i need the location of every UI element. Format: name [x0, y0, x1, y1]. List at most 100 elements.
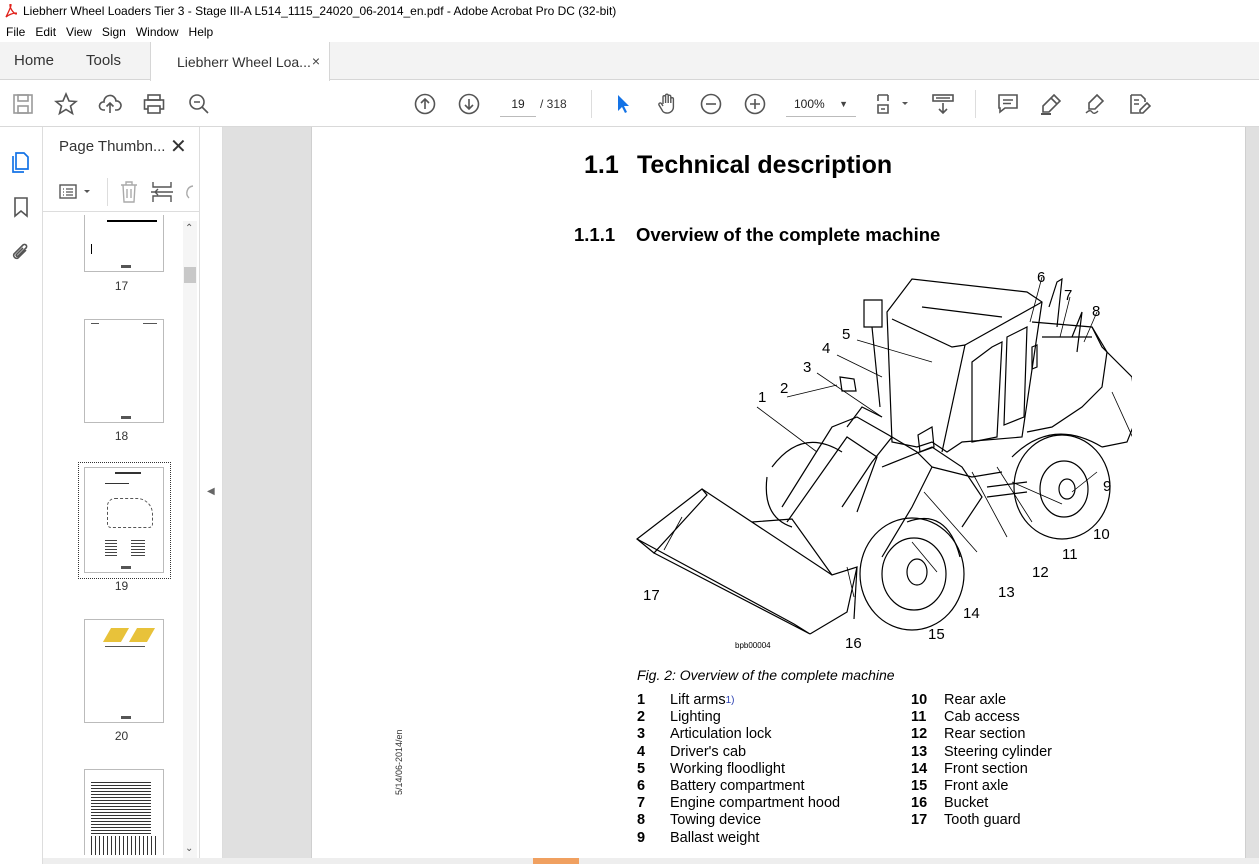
scroll-mode-icon[interactable]: [931, 92, 955, 116]
save-icon[interactable]: [11, 92, 35, 116]
menu-file[interactable]: File: [0, 25, 30, 39]
thumbnail-page[interactable]: [84, 619, 164, 723]
menu-window[interactable]: Window: [131, 25, 184, 39]
main-toolbar: 19 / 318 100% ▼: [0, 81, 1259, 127]
attachment-icon[interactable]: [9, 241, 33, 265]
thumbnails-scrollbar[interactable]: ⌃ ⌄: [183, 221, 197, 861]
tab-home[interactable]: Home: [14, 42, 54, 80]
callout-label: 8: [1092, 303, 1100, 320]
scrollbar-thumb[interactable]: [184, 267, 196, 283]
menu-edit[interactable]: Edit: [30, 25, 61, 39]
legend-number: 17: [911, 812, 928, 829]
callout-label: 17: [643, 587, 660, 604]
zoom-in-icon[interactable]: [743, 92, 767, 116]
scroll-up-arrow-icon[interactable]: ⌃: [185, 223, 193, 234]
menu-view[interactable]: View: [61, 25, 97, 39]
collapse-panel-icon[interactable]: ◀: [207, 486, 215, 497]
zoom-select[interactable]: 100% ▼: [786, 91, 856, 117]
window-title: Liebherr Wheel Loaders Tier 3 - Stage II…: [23, 4, 617, 18]
page-total: / 318: [540, 97, 567, 111]
callout-label: 10: [1093, 526, 1110, 543]
menu-sign[interactable]: Sign: [97, 25, 131, 39]
menu-bar: File Edit View Sign Window Help: [0, 22, 1259, 42]
section-title: Technical description: [637, 151, 893, 179]
sign-icon[interactable]: [1083, 92, 1107, 116]
close-panel-icon[interactable]: ✕: [170, 134, 187, 159]
menu-help[interactable]: Help: [184, 25, 219, 39]
subsection-heading: 1.1.1 Overview of the complete machine: [574, 224, 940, 246]
callout-label: 13: [998, 584, 1015, 601]
tab-bar: Home Tools Liebherr Wheel Loa... ×: [0, 42, 1259, 81]
tab-document[interactable]: Liebherr Wheel Loa... ×: [150, 42, 330, 81]
page-number-input[interactable]: 19: [500, 91, 536, 117]
document-revision-note: 5/14/06-2014/en: [394, 729, 404, 795]
legend-text: Engine compartment hood: [670, 795, 841, 812]
thumbnail-page[interactable]: [84, 319, 164, 423]
thumbnail-label: 20: [114, 729, 129, 743]
scroll-down-arrow-icon[interactable]: ⌄: [185, 843, 193, 854]
zoom-search-icon[interactable]: [187, 92, 211, 116]
thumbnail-page-selected[interactable]: [84, 467, 164, 573]
section-number: 1.1: [584, 151, 619, 179]
callout-label: 5: [842, 326, 850, 343]
legend-text: Ballast weight: [670, 829, 760, 846]
legend-number: 7: [637, 795, 646, 812]
legend-row: 1 Lift arms 1): [637, 692, 840, 709]
legend-row: 16 Bucket: [911, 795, 1052, 812]
legend-text: Battery compartment: [670, 777, 805, 794]
edit-pdf-icon[interactable]: [1127, 92, 1152, 116]
thumbnails-panel: Page Thumbn... ✕ 17 18 19 20 ⌃ ⌄: [43, 127, 200, 864]
legend-number: 2: [637, 709, 646, 726]
tab-tools[interactable]: Tools: [86, 42, 121, 80]
panel-divider: [107, 178, 108, 206]
print-icon[interactable]: [142, 92, 166, 116]
close-tab-icon[interactable]: ×: [312, 53, 320, 69]
page-down-icon[interactable]: [457, 92, 481, 116]
callout-label: 4: [822, 340, 830, 357]
thumbnail-page[interactable]: [84, 215, 164, 272]
callout-label: 3: [803, 359, 811, 376]
legend-number: 11: [911, 709, 927, 726]
comment-icon[interactable]: [996, 92, 1020, 116]
legend-text: Rear section: [944, 726, 1026, 743]
page-thumbnails-icon[interactable]: [9, 149, 33, 173]
fit-page-icon[interactable]: [875, 92, 911, 116]
options-menu-icon[interactable]: [59, 180, 93, 204]
insert-page-icon[interactable]: [151, 180, 173, 204]
legend-row: 9 Ballast weight: [637, 830, 840, 847]
legend-row: 17 Tooth guard: [911, 812, 1052, 829]
footnote-link[interactable]: 1): [726, 692, 735, 709]
legend-number: 16: [911, 795, 928, 812]
figure-caption: Fig. 2: Overview of the complete machine: [637, 667, 895, 683]
navigation-rail: [0, 127, 43, 864]
legend-text: Front section: [944, 760, 1028, 777]
legend-row: 4 Driver's cab: [637, 744, 840, 761]
legend-number: 3: [637, 726, 646, 743]
delete-page-icon[interactable]: [119, 180, 139, 204]
legend-text: Rear axle: [944, 692, 1007, 708]
star-icon[interactable]: [53, 91, 79, 116]
hand-icon[interactable]: [655, 92, 679, 116]
thumbnail-label: 18: [114, 429, 129, 443]
legend-left: 1 Lift arms 1) 2 Lighting 3 Articulation loc…: [637, 692, 840, 847]
tab-document-label: Liebherr Wheel Loa...: [177, 53, 311, 70]
upload-icon[interactable]: [98, 92, 122, 116]
callout-label: 15: [928, 626, 945, 643]
select-cursor-icon[interactable]: [611, 92, 635, 116]
legend-number: 14: [911, 760, 928, 777]
legend-row: 11 Cab access: [911, 709, 1052, 726]
highlight-icon[interactable]: [1039, 92, 1063, 116]
bookmark-icon[interactable]: [9, 195, 33, 219]
thumbnail-page[interactable]: [84, 769, 164, 855]
legend-number: 6: [637, 777, 646, 794]
callout-label: 2: [780, 380, 788, 397]
acrobat-icon: [5, 4, 17, 18]
legend-text: Driver's cab: [670, 743, 747, 760]
zoom-out-icon[interactable]: [699, 92, 723, 116]
legend-text: Articulation lock: [670, 726, 772, 743]
horizontal-scrollbar[interactable]: [43, 858, 1259, 864]
rotate-page-icon[interactable]: [183, 180, 195, 204]
page-up-icon[interactable]: [413, 92, 437, 116]
wheel-loader-figure: 1 2 3 4 5 6 7 8 9 10 11 12 13 14 15 16 1…: [636, 269, 1132, 652]
legend-text: Cab access: [944, 709, 1020, 726]
